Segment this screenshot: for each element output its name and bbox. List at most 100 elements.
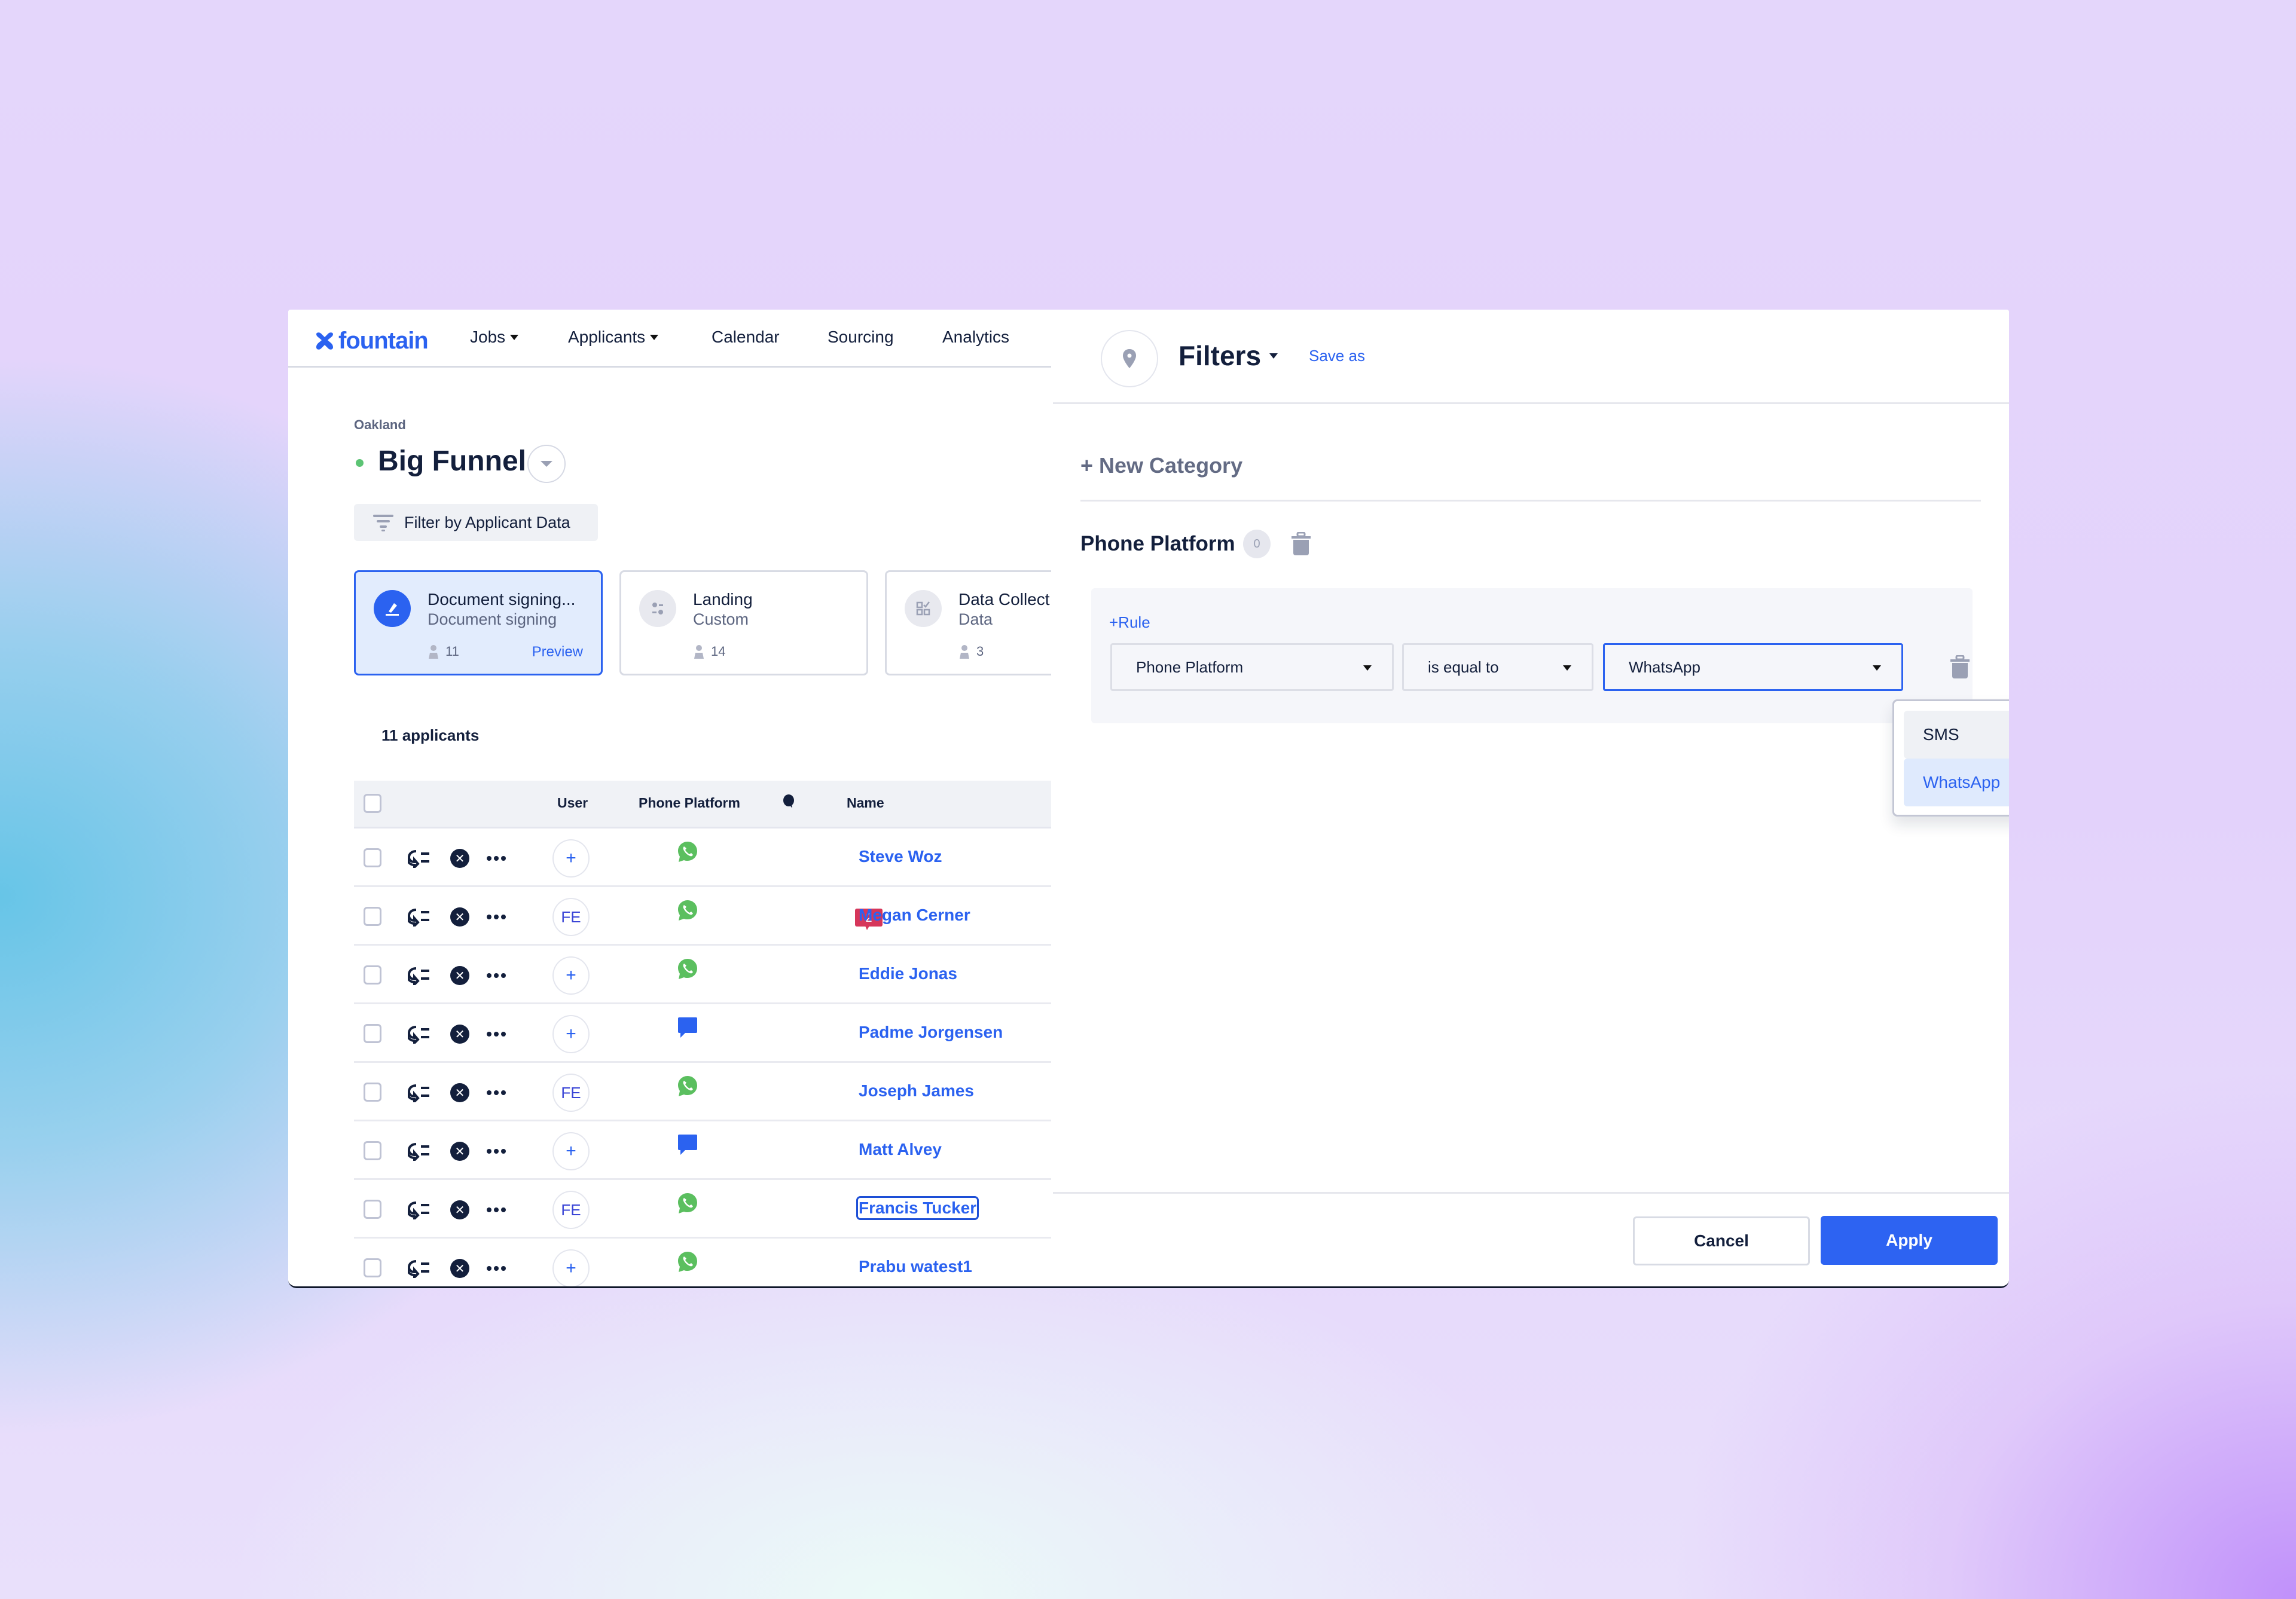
delete-category-icon[interactable] — [1291, 532, 1311, 556]
reject-icon[interactable]: ✕ — [450, 849, 469, 868]
applicant-name-link[interactable]: Padme Jorgensen — [859, 1023, 1003, 1042]
applicant-name-link[interactable]: Steve Woz — [859, 847, 942, 866]
assign-user-button[interactable]: + — [552, 1132, 590, 1170]
delete-rule-icon[interactable] — [1950, 655, 1970, 679]
table-row[interactable]: ✕ + Matt Alvey — [354, 1121, 1051, 1180]
caret-down-icon — [541, 461, 552, 467]
more-actions-icon[interactable] — [487, 1149, 506, 1154]
user-avatar[interactable]: FE — [552, 898, 590, 936]
nav-sourcing-label: Sourcing — [828, 328, 894, 346]
funnel-title: Big Funnel — [378, 445, 526, 477]
move-stage-icon[interactable] — [408, 1025, 432, 1044]
reject-icon[interactable]: ✕ — [450, 1259, 469, 1278]
column-name[interactable]: Name — [847, 795, 884, 811]
applicant-name-link[interactable]: Eddie Jonas — [859, 964, 957, 983]
column-user[interactable]: User — [557, 795, 588, 811]
nav-jobs[interactable]: Jobs — [470, 328, 519, 347]
move-stage-icon[interactable] — [408, 1200, 432, 1219]
table-row[interactable]: ✕ FE Joseph James — [354, 1063, 1051, 1121]
row-checkbox[interactable] — [364, 848, 381, 867]
funnel-switcher-button[interactable] — [527, 445, 566, 483]
move-stage-icon[interactable] — [408, 966, 432, 985]
filter-by-applicant-data-label: Filter by Applicant Data — [404, 513, 570, 531]
move-stage-icon[interactable] — [408, 849, 432, 868]
row-checkbox[interactable] — [364, 907, 381, 926]
row-checkbox[interactable] — [364, 1258, 381, 1277]
more-actions-icon[interactable] — [487, 973, 506, 978]
dropdown-option-whatsapp[interactable]: WhatsApp — [1904, 759, 2009, 806]
user-avatar[interactable]: FE — [552, 1074, 590, 1112]
move-stage-icon[interactable] — [408, 1142, 432, 1161]
move-stage-icon[interactable] — [408, 1259, 432, 1278]
move-stage-icon[interactable] — [408, 1083, 432, 1102]
table-row[interactable]: ✕ FE 2 Megan Cerner — [354, 887, 1051, 946]
column-phone-platform[interactable]: Phone Platform — [639, 795, 740, 811]
reject-icon[interactable]: ✕ — [450, 1200, 469, 1219]
stage-card-data-collection[interactable]: Data Collect Data 3 — [885, 570, 1051, 675]
nav-analytics[interactable]: Analytics — [942, 328, 1009, 347]
filter-by-applicant-data-button[interactable]: Filter by Applicant Data — [354, 504, 598, 541]
filters-panel: Filters Save as + New Category Phone Pla… — [1053, 310, 2009, 1286]
cancel-button[interactable]: Cancel — [1633, 1216, 1810, 1265]
row-checkbox[interactable] — [364, 1141, 381, 1160]
fountain-logo-icon — [316, 332, 333, 350]
table-row[interactable]: ✕ + Padme Jorgensen — [354, 1004, 1051, 1063]
column-messages[interactable] — [782, 794, 795, 813]
move-stage-icon[interactable] — [408, 907, 432, 927]
stage-type: Custom — [693, 610, 749, 628]
table-header: User Phone Platform Name S — [354, 781, 1051, 828]
apply-button[interactable]: Apply — [1821, 1216, 1998, 1265]
save-as-link[interactable]: Save as — [1309, 347, 1365, 365]
stage-preview-link[interactable]: Preview — [532, 644, 583, 661]
more-actions-icon[interactable] — [487, 1032, 506, 1037]
row-checkbox[interactable] — [364, 1200, 381, 1219]
add-rule-button[interactable]: +Rule — [1109, 613, 1150, 632]
table-row[interactable]: ✕ + Eddie Jonas — [354, 946, 1051, 1004]
filters-title[interactable]: Filters — [1178, 340, 1278, 372]
nav-applicants[interactable]: Applicants — [568, 328, 659, 347]
stage-card-document-signing[interactable]: Document signing... Document signing 11 … — [354, 570, 603, 675]
table-row[interactable]: ✕ + Prabu watest1 — [354, 1239, 1051, 1286]
assign-user-button[interactable]: + — [552, 1015, 590, 1053]
checklist-icon — [916, 601, 930, 616]
row-checkbox[interactable] — [364, 965, 381, 985]
table-row[interactable]: ✕ FE Francis Tucker — [354, 1180, 1051, 1239]
reject-icon[interactable]: ✕ — [450, 1025, 469, 1044]
more-actions-icon[interactable] — [487, 856, 506, 861]
table-row[interactable]: ✕ + Steve Woz — [354, 828, 1051, 887]
rule-operator-select[interactable]: is equal to — [1402, 643, 1593, 691]
caret-down-icon — [1873, 665, 1881, 671]
nav-calendar[interactable]: Calendar — [712, 328, 780, 347]
user-avatar[interactable]: FE — [552, 1191, 590, 1229]
location-button[interactable] — [1101, 330, 1158, 387]
applicant-name-link[interactable]: Prabu watest1 — [859, 1257, 972, 1276]
stage-card-landing[interactable]: Landing Custom 14 — [619, 570, 868, 675]
applicant-name-link[interactable]: Matt Alvey — [859, 1140, 942, 1159]
new-category-button[interactable]: + New Category — [1080, 453, 1242, 478]
assign-user-button[interactable]: + — [552, 1249, 590, 1286]
applicant-name-link[interactable]: Joseph James — [859, 1081, 974, 1100]
reject-icon[interactable]: ✕ — [450, 1142, 469, 1161]
row-checkbox[interactable] — [364, 1083, 381, 1102]
more-actions-icon[interactable] — [487, 1207, 506, 1212]
rule-value-select[interactable]: WhatsApp — [1603, 643, 1903, 691]
dropdown-option-sms[interactable]: SMS — [1904, 711, 2009, 759]
applicant-name-link[interactable]: Megan Cerner — [859, 906, 970, 925]
nav-sourcing[interactable]: Sourcing — [828, 328, 894, 347]
more-actions-icon[interactable] — [487, 1090, 506, 1095]
select-all-checkbox[interactable] — [364, 794, 381, 813]
more-actions-icon[interactable] — [487, 915, 506, 919]
reject-icon[interactable]: ✕ — [450, 966, 469, 985]
row-checkbox[interactable] — [364, 1024, 381, 1043]
sliders-icon — [652, 603, 663, 614]
reject-icon[interactable]: ✕ — [450, 907, 469, 927]
caret-down-icon — [650, 334, 659, 340]
more-actions-icon[interactable] — [487, 1266, 506, 1271]
reject-icon[interactable]: ✕ — [450, 1083, 469, 1102]
rule-field-select[interactable]: Phone Platform — [1110, 643, 1394, 691]
sms-icon — [678, 1135, 697, 1155]
applicant-name-link[interactable]: Francis Tucker — [856, 1196, 979, 1220]
assign-user-button[interactable]: + — [552, 956, 590, 995]
assign-user-button[interactable]: + — [552, 839, 590, 878]
brand-logo[interactable]: fountain — [315, 328, 429, 354]
